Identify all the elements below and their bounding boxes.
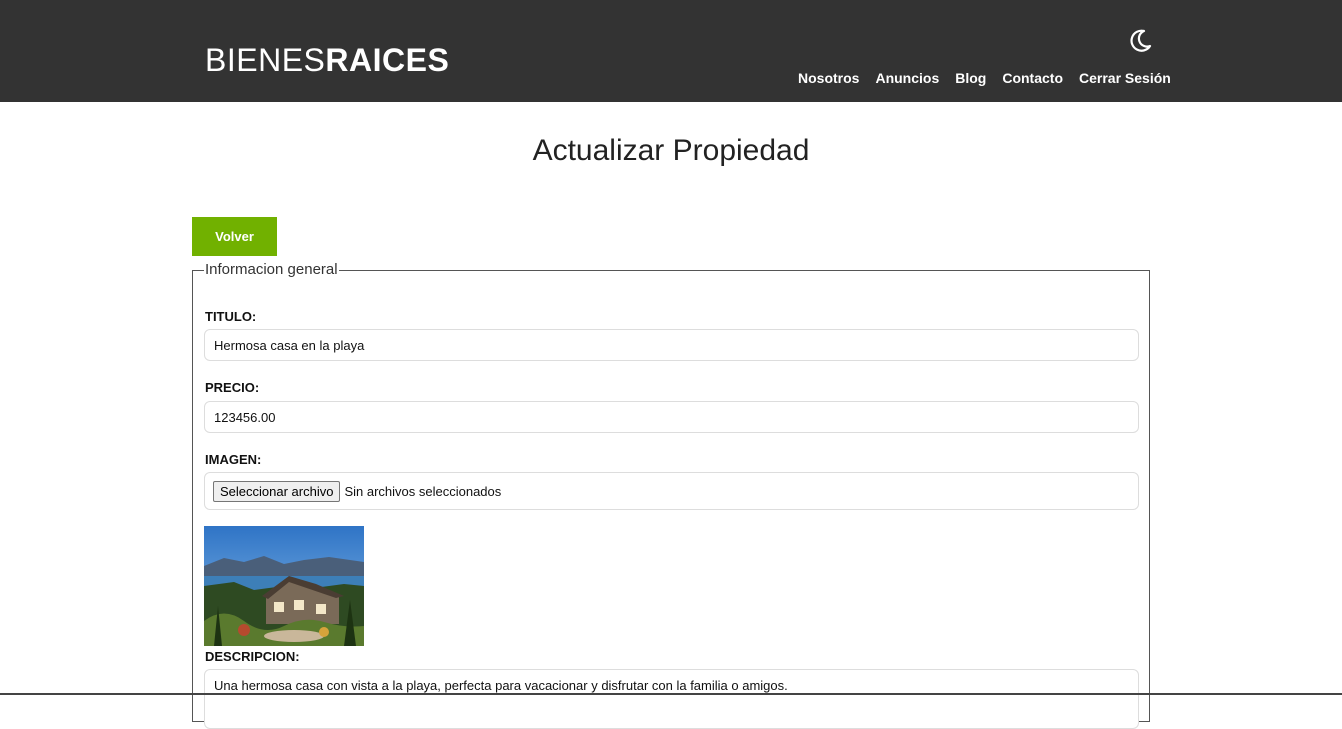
house-photo-illustration bbox=[204, 526, 364, 646]
precio-label: PRECIO: bbox=[205, 380, 259, 395]
nav-link-blog[interactable]: Blog bbox=[955, 69, 986, 87]
nav-link-contacto[interactable]: Contacto bbox=[1002, 69, 1063, 87]
nav-link-nosotros[interactable]: Nosotros bbox=[798, 69, 859, 87]
choose-file-button[interactable]: Seleccionar archivo bbox=[213, 481, 340, 502]
imagen-label: IMAGEN: bbox=[205, 452, 261, 467]
property-image bbox=[204, 526, 364, 646]
logo-bold-text: RAICES bbox=[325, 42, 449, 78]
descripcion-textarea[interactable]: Una hermosa casa con vista a la playa, p… bbox=[204, 669, 1139, 729]
descripcion-label: DESCRIPCION: bbox=[205, 649, 300, 664]
main-nav: Nosotros Anuncios Blog Contacto Cerrar S… bbox=[798, 69, 1171, 87]
back-button[interactable]: Volver bbox=[192, 217, 277, 256]
site-header: BIENESRAICES Nosotros Anuncios Blog Cont… bbox=[0, 0, 1342, 102]
nav-link-anuncios[interactable]: Anuncios bbox=[875, 69, 939, 87]
precio-input[interactable]: 123456.00 bbox=[204, 401, 1139, 433]
moon-icon[interactable] bbox=[1127, 28, 1153, 54]
logo-light-text: BIENES bbox=[205, 42, 325, 78]
general-info-fieldset: Informacion general TITULO: Hermosa casa… bbox=[192, 262, 1150, 722]
nav-link-cerrar-sesion[interactable]: Cerrar Sesión bbox=[1079, 69, 1171, 87]
site-logo[interactable]: BIENESRAICES bbox=[205, 42, 449, 78]
file-status-text: Sin archivos seleccionados bbox=[344, 484, 501, 499]
titulo-label: TITULO: bbox=[205, 309, 256, 324]
titulo-input[interactable]: Hermosa casa en la playa bbox=[204, 329, 1139, 361]
imagen-file-input[interactable]: Seleccionar archivo Sin archivos selecci… bbox=[204, 472, 1139, 510]
page-title: Actualizar Propiedad bbox=[0, 132, 1342, 170]
fieldset-legend: Informacion general bbox=[204, 262, 339, 278]
